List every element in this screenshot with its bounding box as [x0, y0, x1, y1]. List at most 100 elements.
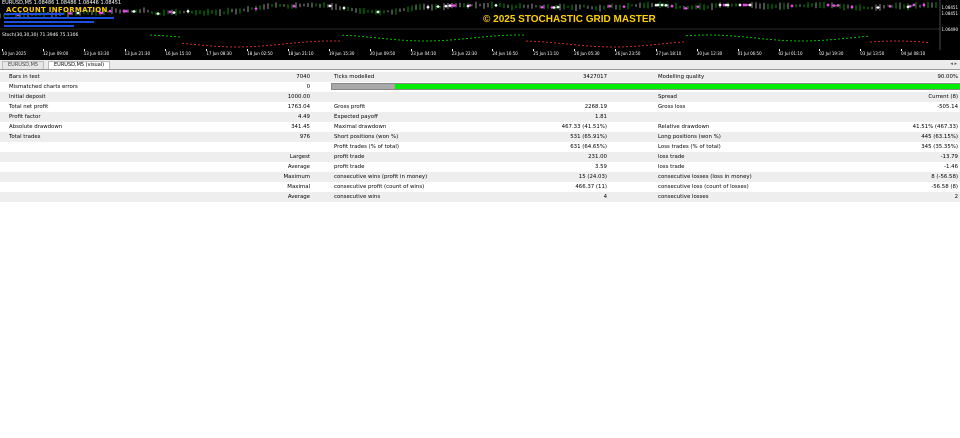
ticks-modelled-label: Ticks modelled: [334, 74, 375, 80]
time-axis-label: 27 Jun 18:10: [655, 49, 682, 56]
average-consecutive-wins-value: 4: [603, 194, 607, 200]
tab-scroll-buttons[interactable]: ◂ ▸: [950, 61, 957, 67]
trade-marker: [748, 3, 752, 7]
report-row: Total net profit 1763.04 Gross profit 22…: [0, 102, 960, 112]
account-info-bar: [4, 21, 94, 23]
time-axis-label: 18 Jun 21:10: [288, 49, 314, 56]
time-axis-label: 23 Jun 22:30: [451, 49, 477, 56]
long-positions-label: Long positions (won %): [658, 134, 721, 140]
average-consecutive-wins-label: consecutive wins: [334, 194, 381, 200]
total-net-profit-value: 1763.04: [287, 104, 310, 110]
report-row: Initial deposit 1000.00 Spread Current (…: [0, 92, 960, 102]
max-consecutive-losses-value: 8 (-56.58): [931, 174, 958, 180]
tab-eurusd-m5-visual[interactable]: EURUSD,M5 (visual): [48, 61, 111, 69]
average-loss-trade-value: -1.46: [944, 164, 958, 170]
trade-marker: [836, 3, 840, 8]
trade-marker: [826, 3, 830, 7]
trade-marker: [186, 9, 190, 14]
average-consecutive-label: Average: [287, 194, 310, 200]
gross-loss-value: -505.14: [937, 104, 958, 110]
bars-in-test-label: Bars in test: [9, 74, 40, 80]
maximal-consecutive-profit-value: 466.37 (11): [575, 184, 607, 190]
average-profit-trade-label: profit trade: [334, 164, 365, 170]
time-axis-label: 23 Jun 04:10: [410, 49, 437, 56]
time-axis: 10 Jun 2025 12 Jun 09:00 13 Jun 03:30 13 Ju…: [0, 49, 940, 59]
largest-profit-trade-value: 231.00: [588, 154, 607, 160]
bars-in-test-value: 7040: [296, 74, 310, 80]
account-info-bar: [4, 17, 114, 19]
max-consecutive-wins-value: 15 (24.03): [578, 174, 607, 180]
maximal-label: Maximal: [287, 184, 310, 190]
trade-marker: [494, 3, 498, 8]
gross-loss-label: Gross loss: [658, 104, 686, 110]
trade-marker: [726, 3, 730, 7]
average-profit-trade-value: 3.59: [594, 164, 607, 170]
trade-marker: [452, 3, 456, 8]
trade-marker: [888, 4, 892, 8]
time-axis-label: 26 Jun 23:50: [615, 49, 641, 56]
initial-deposit-value: 1000.00: [287, 94, 310, 100]
report-row: Profit trades (% of total) 631 (64.65%) …: [0, 142, 960, 152]
largest-loss-trade-value: -13.79: [940, 154, 958, 160]
trade-marker: [660, 3, 664, 7]
trade-marker: [292, 4, 296, 8]
tester-report: Bars in test 7040 Ticks modelled 3427017…: [0, 72, 960, 202]
trade-marker: [132, 9, 136, 14]
chart-tab-bar: EURUSD,M5 EURUSD,M5 (visual) ◂ ▸: [0, 60, 960, 70]
trade-marker: [722, 3, 726, 7]
trade-marker: [684, 6, 688, 11]
trade-marker: [912, 3, 916, 7]
trade-marker: [172, 10, 176, 15]
trade-marker: [254, 6, 258, 11]
price-label: 1.06490: [941, 27, 958, 32]
report-row: Maximal consecutive profit (count of win…: [0, 182, 960, 192]
gross-profit-label: Gross profit: [334, 104, 366, 110]
total-trades-value: 976: [299, 134, 310, 140]
time-axis-label: 03 Jul 13:50: [860, 49, 885, 56]
max-consecutive-wins-label: consecutive wins (profit in money): [334, 174, 428, 180]
maximal-consecutive-loss-label: consecutive loss (count of losses): [658, 184, 749, 190]
trade-marker: [664, 3, 668, 7]
time-axis-label: 13 Jun 03:30: [83, 49, 110, 56]
time-axis-label: 25 Jun 11:10: [533, 49, 559, 56]
total-trades-label: Total trades: [9, 134, 41, 140]
mismatched-errors-value: 0: [306, 84, 310, 90]
trade-marker: [670, 4, 674, 8]
trade-marker: [742, 3, 746, 7]
time-axis-label: 12 Jun 09:00: [42, 49, 69, 56]
modelling-quality-value: 90.00%: [937, 74, 958, 80]
trade-marker: [790, 4, 794, 8]
time-axis-label: 04 Jul 08:10: [901, 49, 926, 56]
tab-eurusd-m5[interactable]: EURUSD,M5: [2, 61, 45, 69]
trade-marker: [556, 5, 560, 9]
gross-profit-value: 2268.19: [584, 104, 607, 110]
trade-marker: [444, 4, 448, 8]
trade-marker: [156, 12, 160, 16]
largest-label: Largest: [289, 154, 310, 160]
time-axis-label: 30 Jun 12:30: [696, 49, 723, 56]
report-row: Total trades 976 Short positions (won %)…: [0, 132, 960, 142]
price-label: 1.08451: [941, 5, 958, 10]
trade-marker: [436, 4, 440, 9]
trade-marker: [122, 9, 126, 13]
trade-marker: [832, 3, 836, 8]
report-row: Bars in test 7040 Ticks modelled 3427017…: [0, 72, 960, 82]
expected-payoff-label: Expected payoff: [334, 114, 378, 120]
time-axis-label: 26 Jun 05:30: [574, 49, 600, 56]
modelling-quality-label: Modelling quality: [658, 74, 705, 80]
time-axis-label: 01 Jul 06:50: [737, 49, 762, 56]
initial-deposit-label: Initial deposit: [9, 94, 46, 100]
report-row: Largest profit trade 231.00 loss trade -…: [0, 152, 960, 162]
spread-value: Current (8): [928, 94, 958, 100]
price-chart[interactable]: EURUSD,M5 1.08486 1.08486 1.08446 1.0845…: [0, 0, 960, 60]
largest-loss-trade-label: loss trade: [658, 154, 685, 160]
report-row: Average profit trade 3.59 loss trade -1.…: [0, 162, 960, 172]
time-axis-label: 19 Jun 15:30: [328, 49, 355, 56]
trade-marker: [448, 4, 452, 8]
absolute-drawdown-value: 341.45: [291, 124, 310, 130]
trade-marker: [328, 4, 332, 8]
trade-marker: [876, 5, 880, 10]
average-consecutive-losses-value: 2: [954, 194, 958, 200]
largest-profit-trade-label: profit trade: [334, 154, 365, 160]
stochastic-indicator-info: Stoch(30,30,30) 71.3946 75.1306: [2, 33, 79, 38]
